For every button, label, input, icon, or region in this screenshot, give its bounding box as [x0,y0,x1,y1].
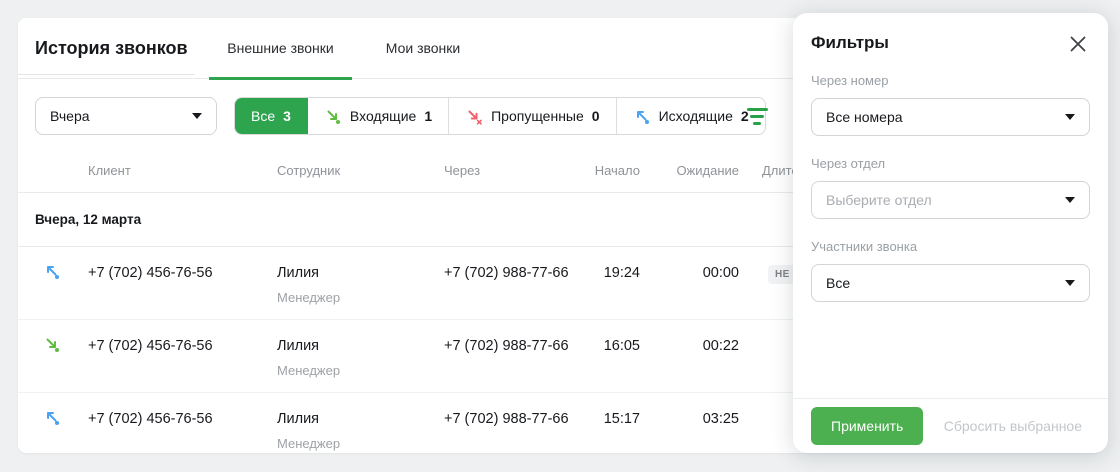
outgoing-call-icon [633,107,651,125]
via-number: +7 (702) 988-77-66 [444,247,558,283]
via-number: +7 (702) 988-77-66 [444,320,558,356]
filter-label-department: Через отдел [811,156,1090,171]
client-phone: +7 (702) 456-76-56 [88,247,277,283]
segment-all[interactable]: Все 3 [234,97,308,135]
col-wait: Ожидание [640,153,739,178]
outgoing-call-icon [43,262,61,280]
client-phone: +7 (702) 456-76-56 [88,320,277,356]
segment-incoming[interactable]: Входящие 1 [308,98,449,134]
col-spacer [35,153,88,163]
segment-label: Все [251,108,275,124]
filter-lines-icon[interactable] [745,105,769,127]
page-title: История звонков [35,18,188,79]
participants-select[interactable]: Все [811,264,1090,302]
start-time: 16:05 [558,320,640,356]
col-employee: Сотрудник [277,153,444,178]
segment-count: 3 [283,108,291,124]
segment-outgoing[interactable]: Исходящие 2 [617,98,765,134]
filters-panel: Фильтры Через номер Все номера Через отд… [793,13,1108,453]
employee-name: Лилия [277,337,444,356]
date-group-label: Вчера, 12 марта [35,212,141,227]
chevron-down-icon [1065,114,1075,120]
segment-label: Входящие [350,108,416,124]
employee-role: Менеджер [277,434,444,453]
employee-role: Менеджер [277,361,444,380]
filters-panel-footer: Применить Сбросить выбранное [793,398,1108,453]
filter-label-participants: Участники звонка [811,239,1090,254]
via-number-select[interactable]: Все номера [811,98,1090,136]
col-via: Через [444,153,558,178]
close-icon[interactable] [1068,34,1088,54]
employee-name: Лилия [277,264,444,283]
filter-label-via-number: Через номер [811,73,1090,88]
department-select[interactable]: Выберите отдел [811,181,1090,219]
chevron-down-icon [1065,280,1075,286]
tab-label: Мои звонки [386,40,460,56]
col-client: Клиент [88,153,277,178]
apply-button[interactable]: Применить [811,407,923,445]
missed-call-icon [465,107,483,125]
wait-time: 00:00 [640,247,739,283]
incoming-call-icon [43,335,61,353]
tab-external-calls[interactable]: Внешние звонки [209,18,352,79]
segment-label: Пропущенные [491,108,584,124]
tab-my-calls[interactable]: Мои звонки [352,18,494,79]
segment-label: Исходящие [659,108,733,124]
incoming-call-icon [324,107,342,125]
department-select-placeholder: Выберите отдел [826,192,932,208]
tab-label: Внешние звонки [227,40,333,56]
wait-time: 03:25 [640,393,739,429]
start-time: 15:17 [558,393,640,429]
wait-time: 00:22 [640,320,739,356]
filters-panel-title: Фильтры [811,33,1090,53]
segment-missed[interactable]: Пропущенные 0 [449,98,616,134]
call-type-filter-group: Все 3 Входящие 1 [234,97,766,135]
period-select[interactable]: Вчера [35,97,217,135]
outgoing-call-icon [43,408,61,426]
segment-count: 0 [592,108,600,124]
col-start: Начало [558,153,640,178]
chevron-down-icon [1065,197,1075,203]
participants-select-value: Все [826,275,850,291]
employee-role: Менеджер [277,288,444,307]
chevron-down-icon [192,113,202,119]
segment-count: 1 [424,108,432,124]
reset-selected-button[interactable]: Сбросить выбранное [944,418,1082,434]
employee-name: Лилия [277,410,444,429]
title-underline [18,74,195,75]
client-phone: +7 (702) 456-76-56 [88,393,277,429]
start-time: 19:24 [558,247,640,283]
via-number-select-value: Все номера [826,109,903,125]
period-select-value: Вчера [50,108,90,124]
via-number: +7 (702) 988-77-66 [444,393,558,429]
